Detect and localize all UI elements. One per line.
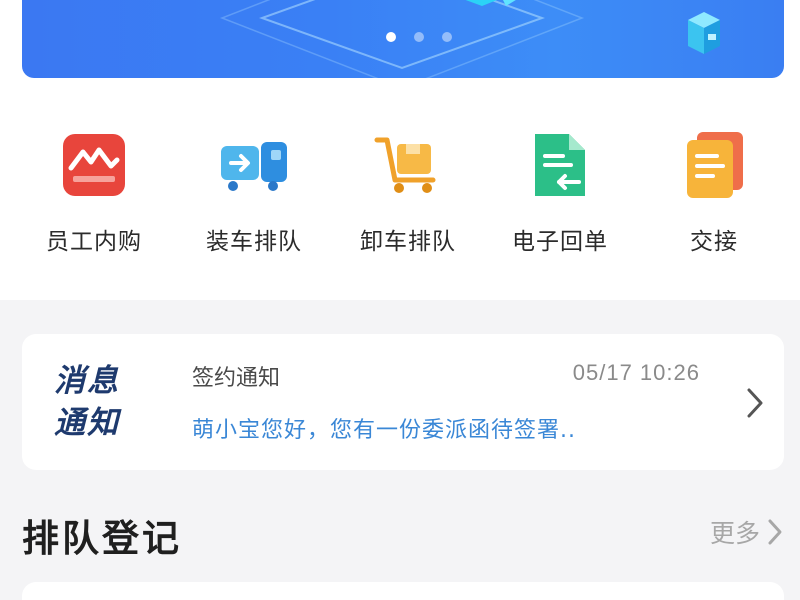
action-handover[interactable]: 交接 [644, 130, 784, 260]
banner-dot-2[interactable] [414, 32, 424, 42]
unloading-cart-icon [374, 137, 436, 193]
action-label: 卸车排队 [360, 229, 456, 255]
banner-dot-1[interactable] [386, 32, 396, 42]
employee-shop-icon [63, 134, 125, 196]
queue-list-card[interactable] [22, 582, 784, 600]
action-label: 电子回单 [512, 229, 608, 255]
handover-doc-icon [687, 132, 743, 198]
top-area: 员工内购 装车排队 卸车排队 电子回单 交接 [0, 0, 800, 300]
action-employee-shop[interactable]: 员工内购 [24, 130, 164, 260]
more-label: 更多 [709, 519, 760, 548]
action-loading-queue[interactable]: 装车排队 [184, 130, 324, 260]
action-unloading-queue[interactable]: 卸车排队 [338, 130, 478, 260]
action-e-receipt[interactable]: 电子回单 [490, 130, 630, 260]
logo-line-2: 通知 [54, 405, 120, 441]
action-label: 员工内购 [46, 229, 142, 255]
action-label: 交接 [690, 229, 738, 255]
loading-truck-icon [221, 142, 287, 191]
banner-carousel[interactable] [22, 0, 784, 78]
banner-pagination [386, 32, 452, 42]
chevron-right-icon[interactable] [744, 386, 766, 420]
message-timestamp: 05/17 10:26 [572, 360, 700, 385]
logo-line-1: 消息 [54, 363, 120, 399]
more-link[interactable]: 更多 [710, 514, 784, 550]
message-type: 签约通知 [192, 366, 281, 391]
e-receipt-icon [535, 134, 585, 196]
message-notification-card[interactable]: 消息 通知 签约通知 05/17 10:26 萌小宝您好，您有一份委派函待签署.… [22, 334, 784, 470]
quick-actions: 员工内购 装车排队 卸车排队 电子回单 交接 [0, 130, 800, 260]
action-label: 装车排队 [206, 229, 302, 255]
message-notice-logo: 消息 通知 [54, 360, 154, 444]
chevron-right-icon [768, 519, 782, 545]
message-preview: 萌小宝您好，您有一份委派函待签署.. [192, 418, 576, 443]
cube-icon [688, 12, 720, 54]
banner-dot-3[interactable] [442, 32, 452, 42]
section-title-queue: 排队登记 [22, 517, 182, 560]
